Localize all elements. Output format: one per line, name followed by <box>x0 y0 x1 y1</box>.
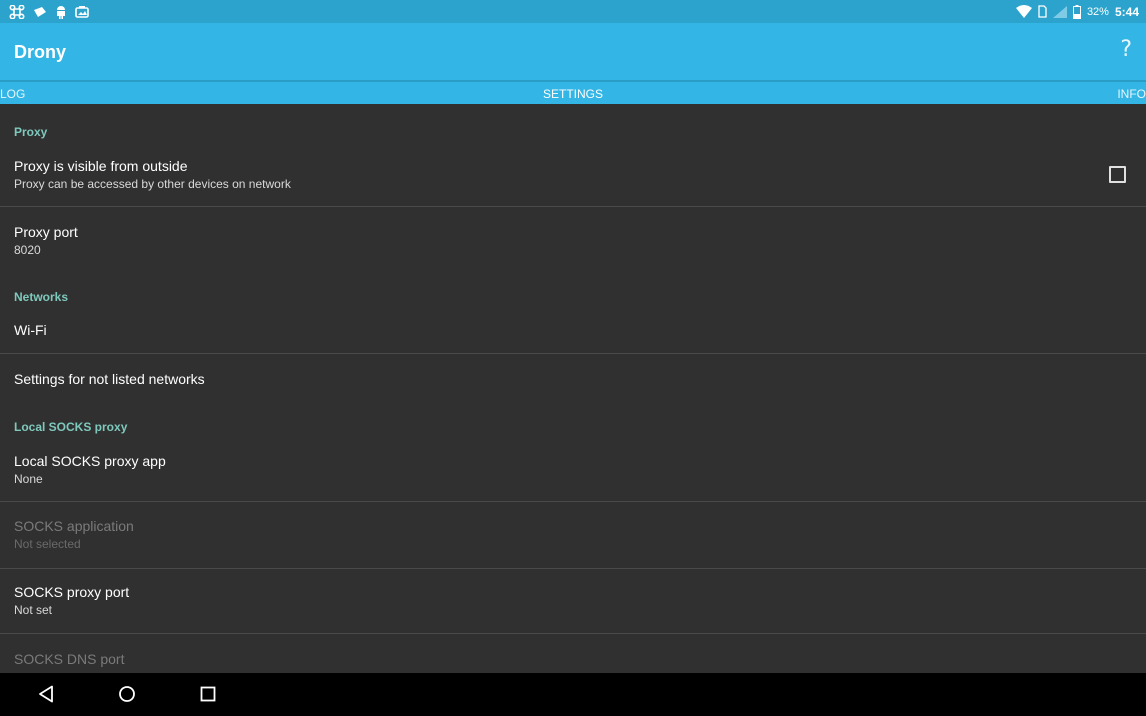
tab-log[interactable]: LOG <box>0 87 25 101</box>
category-local-socks: Local SOCKS proxy <box>14 420 128 434</box>
status-left-icons <box>9 3 89 20</box>
pref-local-socks-app[interactable]: Local SOCKS proxy app None <box>0 442 1146 501</box>
wifi-icon <box>1015 5 1032 18</box>
pref-title: Settings for not listed networks <box>14 371 205 387</box>
status-bar: 32% 5:44 <box>0 0 1146 23</box>
tab-settings[interactable]: SETTINGS <box>0 87 1146 101</box>
pref-title: Proxy port <box>14 224 78 240</box>
category-proxy: Proxy <box>14 125 48 139</box>
app-title: Drony <box>14 42 67 62</box>
photo-icon <box>75 5 89 18</box>
pref-title: SOCKS application <box>14 518 134 534</box>
pref-title: SOCKS proxy port <box>14 584 130 600</box>
tab-info[interactable]: INFO <box>1117 87 1146 101</box>
battery-percent: 32% <box>1086 5 1109 18</box>
signal-icon <box>1052 5 1067 18</box>
clock: 5:44 <box>1114 4 1139 19</box>
pref-summary: 8020 <box>14 243 41 257</box>
pref-wifi[interactable]: Wi-Fi <box>0 309 1146 353</box>
pref-socks-dns-port: SOCKS DNS port <box>0 634 1146 673</box>
sim-icon <box>1038 5 1047 18</box>
pref-summary: Not set <box>14 603 53 617</box>
pref-summary: Not selected <box>14 537 81 551</box>
android-icon <box>55 5 67 19</box>
pref-socks-proxy-port[interactable]: SOCKS proxy port Not set <box>0 569 1146 633</box>
nav-bar <box>0 673 1146 716</box>
home-icon[interactable] <box>118 685 136 703</box>
pref-summary: None <box>14 472 43 486</box>
pref-summary: Proxy can be accessed by other devices o… <box>14 177 291 191</box>
notification-icon <box>33 6 47 18</box>
pref-proxy-visible[interactable]: Proxy is visible from outside Proxy can … <box>0 148 1146 206</box>
pref-title: SOCKS DNS port <box>14 651 125 667</box>
cloverleaf-icon <box>9 4 25 19</box>
category-networks: Networks <box>14 290 69 304</box>
app-bar: Drony ? <box>0 23 1146 80</box>
tab-strip: SETTINGS LOG INFO <box>0 80 1146 104</box>
recents-icon[interactable] <box>200 685 216 703</box>
pref-title: Proxy is visible from outside <box>14 158 188 174</box>
pref-socks-application: SOCKS application Not selected <box>0 502 1146 568</box>
pref-proxy-port[interactable]: Proxy port 8020 <box>0 207 1146 269</box>
back-icon[interactable] <box>38 685 54 703</box>
pref-not-listed-networks[interactable]: Settings for not listed networks <box>0 354 1146 404</box>
pref-title: Local SOCKS proxy app <box>14 453 166 469</box>
pref-title: Wi-Fi <box>14 322 47 338</box>
help-button[interactable]: ? <box>1120 37 1132 62</box>
battery-icon <box>1072 4 1081 19</box>
proxy-visible-checkbox[interactable] <box>1109 166 1126 183</box>
status-right-icons: 32% 5:44 <box>1015 3 1139 20</box>
